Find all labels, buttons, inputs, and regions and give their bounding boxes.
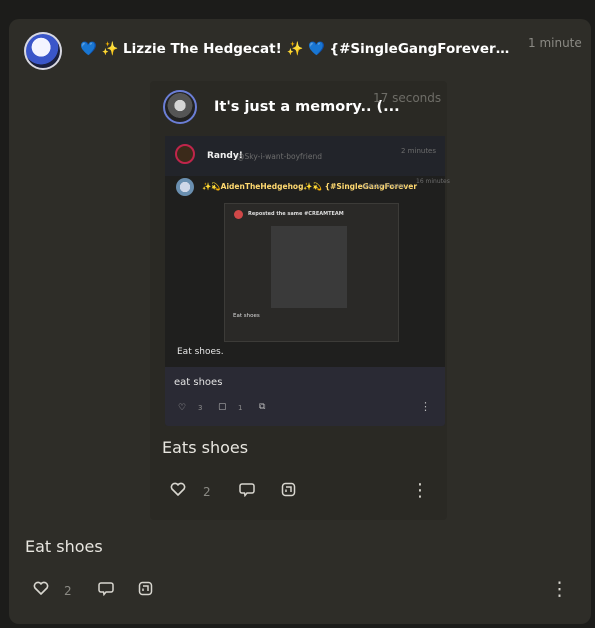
reblog-icon[interactable] xyxy=(281,482,296,497)
reblog-icon[interactable] xyxy=(138,581,153,596)
author-name[interactable]: 💙 ✨ Lizzie The Hedgecat! ✨ 💙 {#SingleGan… xyxy=(80,41,510,57)
embed-like-count: 2 xyxy=(203,485,211,499)
nested-text: Eat shoes xyxy=(233,313,260,319)
inner-handle: @Sky-i-want-boyfriend xyxy=(237,152,322,161)
inner-avatar xyxy=(175,144,195,164)
inner-footer xyxy=(165,367,445,426)
comment-icon: ▢ xyxy=(218,402,227,412)
nested-avatar xyxy=(234,210,243,219)
inner-comment-count: 1 xyxy=(238,404,243,412)
embed-avatar[interactable] xyxy=(163,90,197,124)
post-text: Eat shoes xyxy=(25,537,103,556)
reply-timestamp: 16 minutes xyxy=(416,178,450,185)
reply-handle: @AidenTheHe... xyxy=(362,183,411,190)
nested-panel xyxy=(271,226,347,308)
inner-timestamp: 2 minutes xyxy=(401,147,437,155)
more-icon[interactable]: ⋮ xyxy=(550,578,569,600)
reblog-icon: ⧉ xyxy=(259,402,266,412)
comment-icon[interactable] xyxy=(239,482,255,497)
avatar[interactable] xyxy=(24,32,62,70)
reply-text: Eat shoes. xyxy=(177,347,224,357)
like-count: 2 xyxy=(64,584,72,598)
embed-timestamp: 17 seconds xyxy=(373,91,442,105)
heart-icon: ♡ xyxy=(178,403,187,413)
post-timestamp: 1 minute xyxy=(528,36,582,50)
more-icon: ⋮ xyxy=(420,400,431,413)
more-icon[interactable]: ⋮ xyxy=(411,480,429,501)
comment-icon[interactable] xyxy=(98,581,114,596)
heart-icon[interactable] xyxy=(33,581,49,595)
heart-icon[interactable] xyxy=(170,482,186,496)
reply-avatar xyxy=(176,178,194,196)
embed-text: Eats shoes xyxy=(162,438,249,457)
inner-post-text: eat shoes xyxy=(174,377,223,388)
nested-author: Reposted the same #CREAMTEAM xyxy=(248,211,344,217)
inner-like-count: 3 xyxy=(198,404,203,412)
embed-author-name[interactable]: It's just a memory.. (... xyxy=(214,99,400,115)
